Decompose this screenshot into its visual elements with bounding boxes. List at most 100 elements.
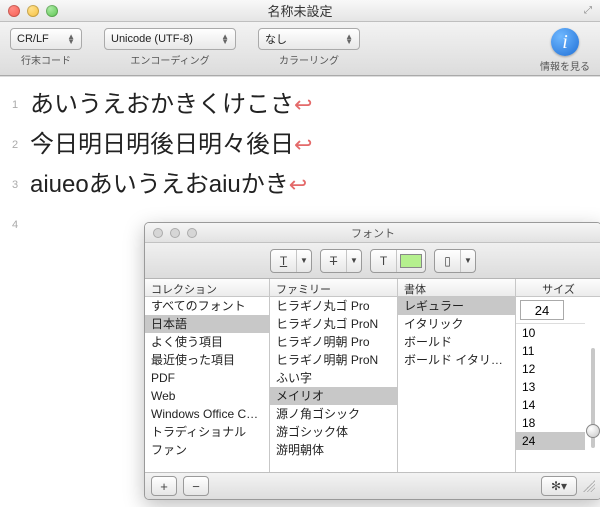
collection-item[interactable]: よく使う項目 [145, 333, 269, 351]
collection-item[interactable]: すべてのフォント [145, 297, 269, 315]
coloring-label: カラーリング [279, 52, 339, 67]
family-item[interactable]: 源ノ角ゴシック [270, 405, 397, 423]
coloring-value: なし [265, 31, 287, 47]
family-item[interactable]: ふい字 [270, 369, 397, 387]
size-item[interactable]: 14 [516, 396, 585, 414]
action-menu-button[interactable]: ✻▾ [541, 476, 577, 496]
return-icon: ↩ [294, 92, 312, 117]
chevron-updown-icon: ▲▼ [345, 34, 353, 44]
line-endings-select[interactable]: CR/LF ▲▼ [10, 28, 82, 50]
color-swatch-button[interactable] [397, 250, 425, 272]
collection-item[interactable]: トラディショナル [145, 423, 269, 441]
text-color-icon: T [380, 254, 387, 268]
remove-collection-button[interactable]: − [183, 476, 209, 496]
encoding-select[interactable]: Unicode (UTF-8) ▲▼ [104, 28, 236, 50]
text-line[interactable]: 今日明日明後日明々後日↩ [30, 125, 312, 165]
family-item[interactable]: ヒラギノ丸ゴ Pro [270, 297, 397, 315]
info-label: 情報を見る [540, 58, 590, 73]
size-column: サイズ 10111213141824 [516, 279, 600, 472]
color-swatch [400, 254, 422, 268]
coloring-group: なし ▲▼ カラーリング [258, 28, 360, 73]
collection-header: コレクション [145, 279, 269, 297]
return-icon: ↩ [294, 132, 312, 157]
info-icon[interactable]: i [551, 28, 579, 56]
size-item[interactable]: 24 [516, 432, 585, 450]
encoding-value: Unicode (UTF-8) [111, 33, 193, 45]
line-number: 4 [0, 205, 30, 245]
fullscreen-icon[interactable]: ⤢ [584, 5, 592, 16]
collection-item[interactable]: ファン [145, 441, 269, 459]
info-group: i 情報を見る [540, 28, 590, 73]
line-number: 2 [0, 125, 30, 165]
line-gutter: 1 2 3 4 [0, 77, 30, 507]
chevron-updown-icon: ▲▼ [221, 34, 229, 44]
family-item[interactable]: ヒラギノ明朝 Pro [270, 333, 397, 351]
resize-grip-icon[interactable] [583, 480, 595, 492]
family-column: ファミリー ヒラギノ丸ゴ Proヒラギノ丸ゴ ProNヒラギノ明朝 Proヒラギ… [270, 279, 398, 472]
font-columns: コレクション すべてのフォント日本語よく使う項目最近使った項目PDFWebWin… [145, 279, 600, 473]
add-collection-button[interactable]: + [151, 476, 177, 496]
family-item[interactable]: メイリオ [270, 387, 397, 405]
strike-menu[interactable]: ▼ [347, 250, 361, 272]
collection-item[interactable]: Windows Office Comp [145, 405, 269, 423]
font-panel-title: フォント [145, 225, 600, 241]
family-list[interactable]: ヒラギノ丸ゴ Proヒラギノ丸ゴ ProNヒラギノ明朝 Proヒラギノ明朝 Pr… [270, 297, 397, 472]
encoding-group: Unicode (UTF-8) ▲▼ エンコーディング [104, 28, 236, 73]
collection-item[interactable]: 日本語 [145, 315, 269, 333]
window-title: 名称未設定 [0, 1, 600, 20]
collection-item[interactable]: 最近使った項目 [145, 351, 269, 369]
line-number: 3 [0, 165, 30, 205]
line-endings-value: CR/LF [17, 33, 49, 45]
font-panel-titlebar[interactable]: フォント [145, 223, 600, 243]
collection-item[interactable]: PDF [145, 369, 269, 387]
size-item[interactable]: 10 [516, 324, 585, 342]
face-column: 書体 レギュラーイタリックボールドボールド イタリック [398, 279, 516, 472]
line-number: 1 [0, 85, 30, 125]
face-item[interactable]: レギュラー [398, 297, 515, 315]
size-input[interactable] [520, 300, 564, 320]
size-slider[interactable] [591, 348, 595, 448]
family-item[interactable]: 游明朝体 [270, 441, 397, 459]
size-input-row [516, 297, 600, 323]
face-item[interactable]: イタリック [398, 315, 515, 333]
zoom-icon[interactable] [46, 5, 58, 17]
doc-segment: ▯ ▼ [434, 249, 476, 273]
strike-segment: T ▼ [320, 249, 362, 273]
size-item[interactable]: 13 [516, 378, 585, 396]
size-list[interactable]: 10111213141824 [516, 323, 585, 472]
face-item[interactable]: ボールド イタリック [398, 351, 515, 369]
text-line[interactable]: aiueoあいうえおaiuかき↩ [30, 165, 312, 205]
collection-item[interactable]: Web [145, 387, 269, 405]
slider-thumb-icon[interactable] [586, 424, 600, 438]
return-icon: ↩ [289, 172, 307, 197]
family-header: ファミリー [270, 279, 397, 297]
size-item[interactable]: 11 [516, 342, 585, 360]
line-text: 今日明日明後日明々後日 [30, 131, 294, 158]
strike-button[interactable]: T [321, 250, 347, 272]
underline-menu[interactable]: ▼ [297, 250, 311, 272]
close-icon[interactable] [8, 5, 20, 17]
line-endings-label: 行末コード [21, 52, 71, 67]
doc-color-button[interactable]: ▯ [435, 250, 461, 272]
text-color-button[interactable]: T [371, 250, 397, 272]
font-panel[interactable]: フォント T ▼ T ▼ T ▯ ▼ コレクション すべてのフォント日本語よく使… [144, 222, 600, 500]
underline-button[interactable]: T [271, 250, 297, 272]
family-item[interactable]: ヒラギノ明朝 ProN [270, 351, 397, 369]
family-item[interactable]: 游ゴシック体 [270, 423, 397, 441]
face-header: 書体 [398, 279, 515, 297]
size-item[interactable]: 18 [516, 414, 585, 432]
doc-color-menu[interactable]: ▼ [461, 250, 475, 272]
font-panel-toolbar: T ▼ T ▼ T ▯ ▼ [145, 243, 600, 279]
face-list[interactable]: レギュラーイタリックボールドボールド イタリック [398, 297, 515, 472]
face-item[interactable]: ボールド [398, 333, 515, 351]
textcolor-segment: T [370, 249, 426, 273]
traffic-lights [8, 5, 58, 17]
coloring-select[interactable]: なし ▲▼ [258, 28, 360, 50]
minimize-icon[interactable] [27, 5, 39, 17]
line-text: あいうえおかきくけこさ [30, 91, 294, 118]
collection-list[interactable]: すべてのフォント日本語よく使う項目最近使った項目PDFWebWindows Of… [145, 297, 269, 472]
text-line[interactable]: あいうえおかきくけこさ↩ [30, 85, 312, 125]
family-item[interactable]: ヒラギノ丸ゴ ProN [270, 315, 397, 333]
line-endings-group: CR/LF ▲▼ 行末コード [10, 28, 82, 73]
size-item[interactable]: 12 [516, 360, 585, 378]
